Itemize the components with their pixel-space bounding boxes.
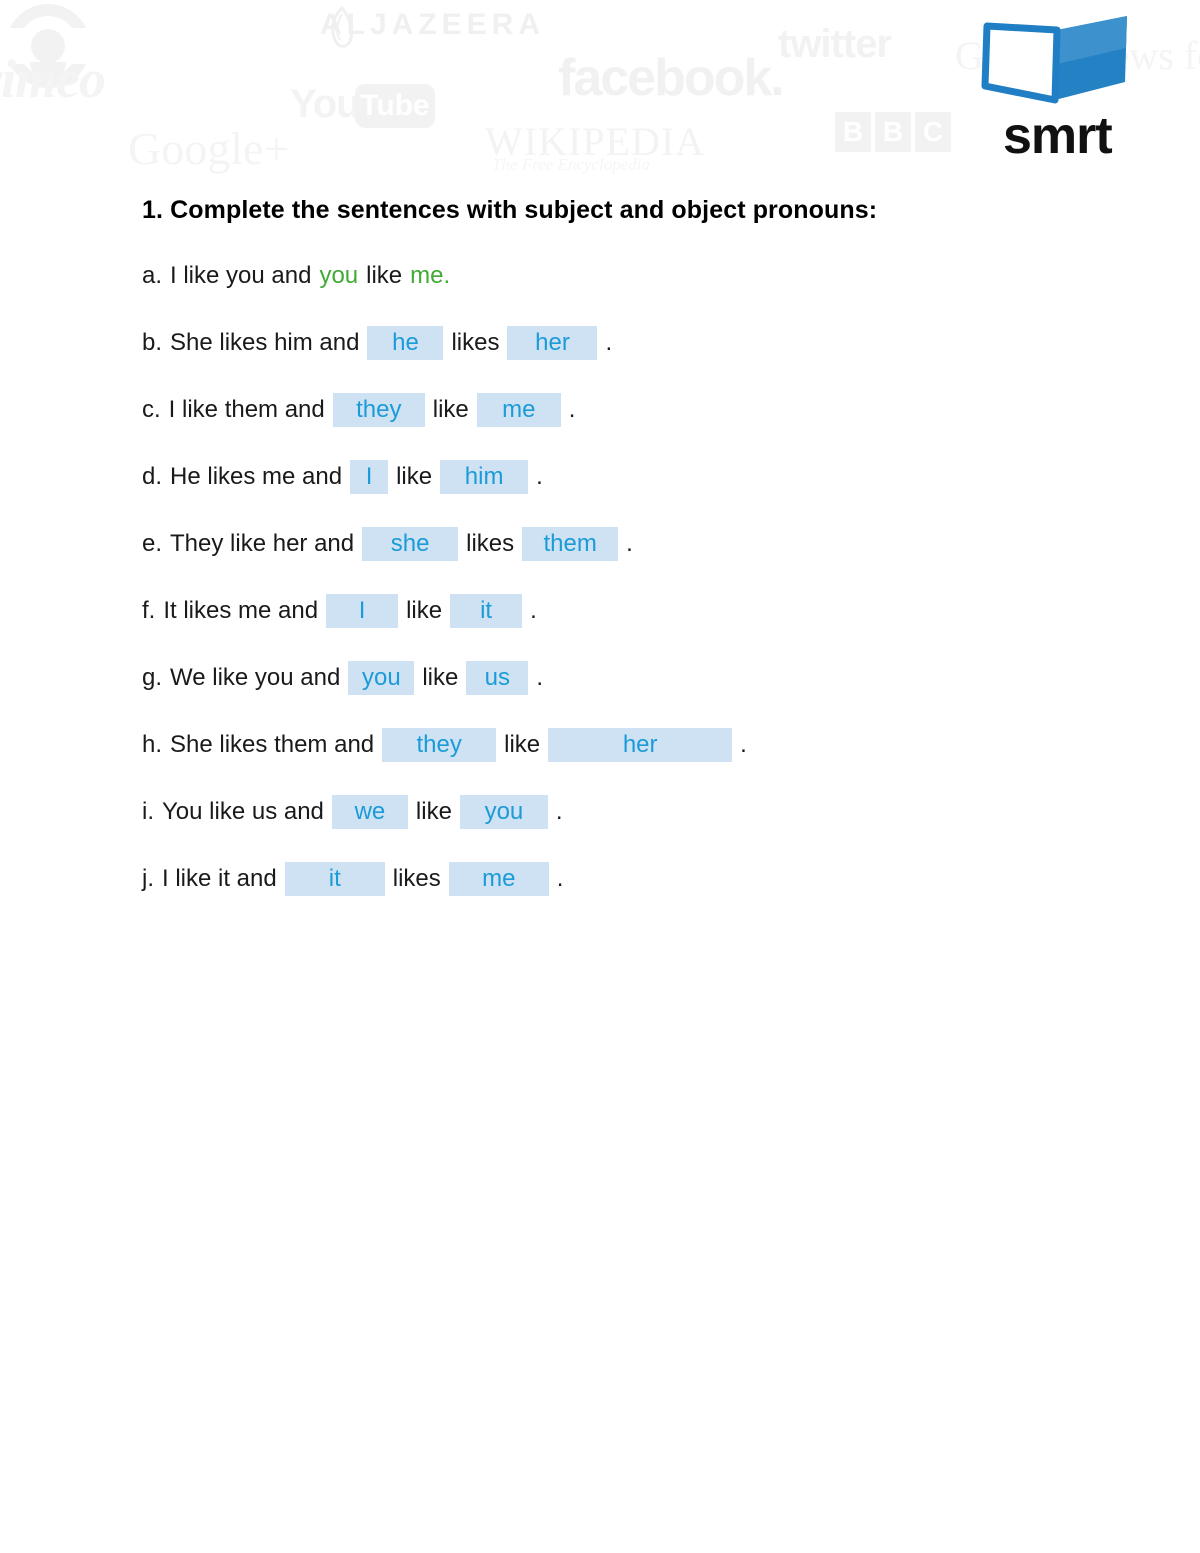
worksheet-content: 1. Complete the sentences with subject a… <box>142 196 1102 929</box>
answer-blank-1[interactable]: it <box>284 862 385 896</box>
sentence-middle-text: likes <box>392 865 441 892</box>
answer-blank-2[interactable]: me <box>410 262 443 289</box>
sentence-list: a. I like you and you like me. b. She likes hi… <box>142 259 1102 896</box>
sentence-label: c. <box>142 396 161 423</box>
sentence-prefix-text: They like her and <box>170 530 355 557</box>
answer-blank-2[interactable]: them <box>522 527 619 561</box>
answer-blank-2[interactable]: her <box>548 728 733 762</box>
sentence-period: . <box>556 865 564 892</box>
sentence-label: d. <box>142 463 163 490</box>
smrt-logo: smrt <box>975 8 1135 165</box>
sentence-prefix-text: She likes them and <box>170 731 375 758</box>
sentence-row: h. She likes them and they like her. <box>142 728 1102 762</box>
sentence-label: i. <box>142 798 154 825</box>
sentence-label: a. <box>142 262 163 289</box>
open-book-icon <box>981 16 1127 104</box>
sentence-row: i. You like us and we like you. <box>142 795 1102 829</box>
sentence-row: j. I like it and it likes me. <box>142 862 1102 896</box>
sentence-middle-text: likes <box>466 530 515 557</box>
sentence-middle-text: like <box>504 731 541 758</box>
wikipedia-watermark-subtitle: The Free Encyclopedia <box>492 155 650 174</box>
bbc-watermark-logo: BBC <box>835 112 955 152</box>
sentence-prefix-text: I like them and <box>168 396 325 423</box>
sentence-middle-text: like <box>415 798 452 825</box>
bbc-letter-1: B <box>835 112 871 152</box>
sentence-row: a. I like you and you like me. <box>142 259 1102 293</box>
sentence-prefix-text: We like you and <box>170 664 341 691</box>
answer-blank-2[interactable]: me <box>448 862 549 896</box>
sentence-label: f. <box>142 597 156 624</box>
twitter-watermark-logo: twitter <box>778 22 892 66</box>
sentence-label: g. <box>142 664 163 691</box>
worksheet-page: vimeo ALJAZEERA You Tube Google+ WIKIPED… <box>0 0 1200 1553</box>
answer-blank-1[interactable]: we <box>331 795 408 829</box>
sentence-middle-text: likes <box>451 329 500 356</box>
sentence-period: . <box>555 798 563 825</box>
sentence-period: . <box>568 396 576 423</box>
sentence-middle-text: like <box>396 463 433 490</box>
youtube-watermark-logo: You <box>290 82 361 126</box>
answer-blank-1[interactable]: I <box>326 594 399 628</box>
sentence-row: b. She likes him and he likes her. <box>142 326 1102 360</box>
bbc-letter-2: B <box>875 112 911 152</box>
answer-blank-1[interactable]: she <box>362 527 459 561</box>
sentence-label: e. <box>142 530 163 557</box>
answer-blank-1[interactable]: I <box>350 460 389 494</box>
vimeo-watermark-logo: vimeo <box>0 49 106 109</box>
sentence-period: . <box>536 664 544 691</box>
sentence-prefix-text: She likes him and <box>170 329 360 356</box>
sentence-prefix-text: You like us and <box>162 798 324 825</box>
answer-blank-2[interactable]: her <box>507 326 598 360</box>
sentence-label: h. <box>142 731 163 758</box>
sentence-middle-text: like <box>366 262 403 289</box>
sentence-row: g. We like you and you like us. <box>142 661 1102 695</box>
facebook-watermark-logo: facebook. <box>558 49 785 107</box>
googleplus-watermark-logo: Google+ <box>128 123 290 174</box>
sentence-prefix-text: I like it and <box>162 865 277 892</box>
answer-blank-1[interactable]: you <box>348 661 415 695</box>
sentence-period: . <box>740 731 747 758</box>
sentence-row: e. They like her and she likes them. <box>142 527 1102 561</box>
answer-blank-2[interactable]: you <box>459 795 548 829</box>
answer-blank-1[interactable]: you <box>319 262 358 289</box>
aljazeera-watermark-logo: ALJAZEERA <box>320 8 546 41</box>
smrt-wordmark: smrt <box>1003 107 1113 165</box>
sentence-period: . <box>530 597 537 624</box>
sentence-label: b. <box>142 329 163 356</box>
sentence-row: f. It likes me and Ilike it. <box>142 594 1102 628</box>
sentence-prefix-text: It likes me and <box>163 597 319 624</box>
question-heading: 1. Complete the sentences with subject a… <box>142 196 878 224</box>
sentence-period: . <box>626 530 633 557</box>
answer-blank-2[interactable]: us <box>466 661 529 695</box>
bbc-letter-3: C <box>915 112 951 152</box>
answer-blank-1[interactable]: he <box>367 326 444 360</box>
sentence-row: c. I like them and they like me. <box>142 393 1102 427</box>
sentence-label: j. <box>142 865 154 892</box>
sentence-middle-text: like <box>432 396 469 423</box>
sentence-middle-text: like <box>406 597 443 624</box>
answer-blank-2[interactable]: him <box>440 460 529 494</box>
sentence-period: . <box>605 329 613 356</box>
youtube-tube-badge: Tube <box>355 84 435 128</box>
sentence-prefix-text: I like you and <box>170 262 312 289</box>
answer-blank-1[interactable]: they <box>382 728 497 762</box>
sentence-row: d. He likes me and Ilike him. <box>142 460 1102 494</box>
sentence-prefix-text: He likes me and <box>170 463 343 490</box>
sentence-period: . <box>443 262 451 289</box>
sentence-period: . <box>536 463 543 490</box>
answer-blank-2[interactable]: me <box>476 393 561 427</box>
sentence-middle-text: like <box>422 664 459 691</box>
answer-blank-1[interactable]: they <box>332 393 425 427</box>
answer-blank-2[interactable]: it <box>450 594 523 628</box>
